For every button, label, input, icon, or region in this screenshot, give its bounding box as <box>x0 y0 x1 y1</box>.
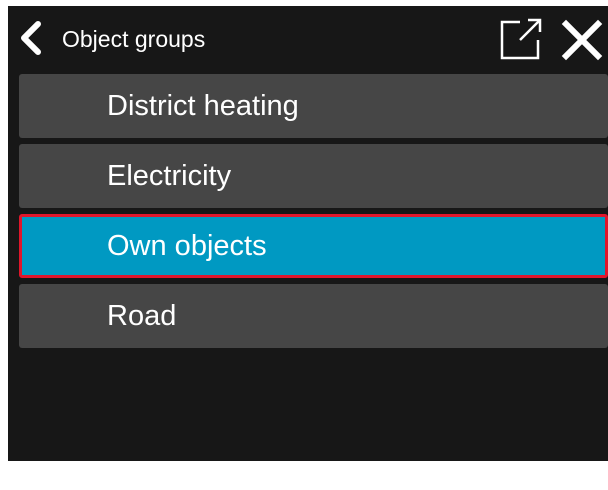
chevron-left-icon <box>21 21 41 55</box>
close-button[interactable] <box>560 18 604 62</box>
back-button[interactable] <box>14 20 50 56</box>
popout-button[interactable] <box>498 18 546 62</box>
list-item-own-objects[interactable]: Own objects <box>19 214 608 278</box>
list-item-label: District heating <box>107 90 299 122</box>
list-item-road[interactable]: Road <box>19 284 608 348</box>
list-item-label: Own objects <box>107 230 267 262</box>
external-window-icon <box>500 18 542 60</box>
object-group-list: District heating Electricity Own objects… <box>19 74 608 354</box>
list-item-electricity[interactable]: Electricity <box>19 144 608 208</box>
list-item-label: Electricity <box>107 160 232 192</box>
list-item-district-heating[interactable]: District heating <box>19 74 608 138</box>
panel-header: Object groups <box>8 6 608 70</box>
close-icon <box>561 19 603 61</box>
object-groups-panel: Object groups District heating Electrici… <box>8 6 608 461</box>
list-item-label: Road <box>107 300 177 332</box>
panel-title: Object groups <box>62 26 206 52</box>
